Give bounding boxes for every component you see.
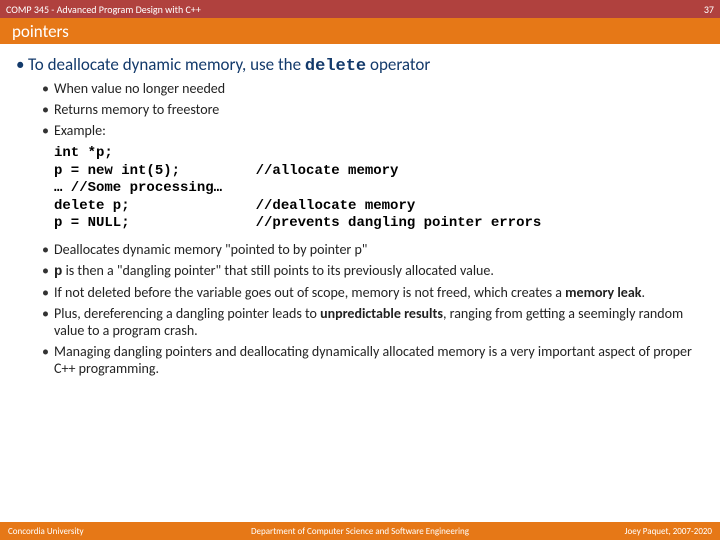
bullet-icon: • [42,262,54,280]
bullet-icon: • [42,343,54,377]
text: operator [370,54,430,75]
subbullet: • p is then a "dangling pointer" that st… [42,262,704,280]
subbullet: • Plus, dereferencing a dangling pointer… [42,305,704,339]
subbullet: • Deallocates dynamic memory "pointed to… [42,241,704,258]
course-bar: COMP 345 - Advanced Program Design with … [0,0,720,18]
bullet-icon: • [42,241,54,258]
keyword: p [54,264,62,280]
bullet-icon: • [42,284,54,301]
bullet-1: • To deallocate dynamic memory, use the … [16,54,704,76]
subbullet: • Managing dangling pointers and dealloc… [42,343,704,377]
subbullet: • Returns memory to freestore [42,101,704,118]
bullet-icon: • [16,54,28,76]
text: Plus, dereferencing a dangling pointer l… [54,305,320,322]
text: Returns memory to freestore [54,101,704,118]
text: If not deleted before the variable goes … [54,284,704,301]
slide-body: • To deallocate dynamic memory, use the … [0,44,720,540]
emphasis: memory leak [565,284,641,301]
keyword: delete [305,57,366,76]
text: Managing dangling pointers and deallocat… [54,343,704,377]
subbullet: • If not deleted before the variable goe… [42,284,704,301]
slide-title: pointers [12,21,69,42]
bullet-icon: • [42,122,54,139]
text: is then a "dangling pointer" that still … [66,262,494,279]
emphasis: unpredictable results [320,305,443,322]
footer-center: Department of Computer Science and Softw… [0,526,720,537]
text: When value no longer needed [54,80,704,97]
text: Example: [54,122,704,139]
footer-bar: Concordia University Department of Compu… [0,522,720,540]
bullet-icon: • [42,305,54,339]
text: Plus, dereferencing a dangling pointer l… [54,305,704,339]
course-title: COMP 345 - Advanced Program Design with … [6,3,201,16]
bullet-icon: • [42,80,54,97]
slide: COMP 345 - Advanced Program Design with … [0,0,720,540]
title-bar: pointers [0,18,720,44]
code-block: int *p; p = new int(5); //allocate memor… [54,145,704,233]
text: . [641,284,645,301]
text: If not deleted before the variable goes … [54,284,565,301]
page-number: 37 [704,3,714,16]
bullet-1-text: To deallocate dynamic memory, use the de… [28,54,704,76]
subbullet: • When value no longer needed [42,80,704,97]
bullet-icon: • [42,101,54,118]
text: To deallocate dynamic memory, use the [28,54,305,75]
text: Deallocates dynamic memory "pointed to b… [54,241,704,258]
text: p is then a "dangling pointer" that stil… [54,262,704,280]
subbullet: • Example: [42,122,704,139]
